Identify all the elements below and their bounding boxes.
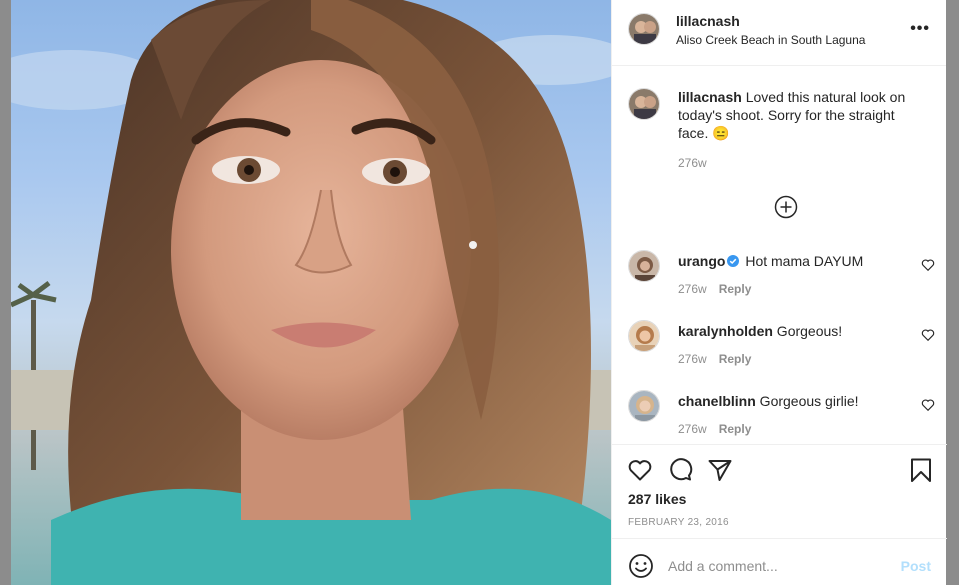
commenter-username[interactable]: urango [678, 253, 725, 269]
commenter-avatar[interactable] [628, 250, 660, 282]
commenter-avatar[interactable] [628, 320, 660, 352]
comment-timestamp[interactable]: 276w [678, 422, 707, 436]
commenter-avatar[interactable] [628, 390, 660, 422]
comment-icon[interactable] [667, 457, 693, 483]
author-username[interactable]: lillacnash [676, 13, 740, 29]
caption-username[interactable]: lillacnash [678, 89, 742, 105]
caption-timestamp[interactable]: 276w [678, 156, 707, 170]
comment-text: urango Hot mama DAYUM [678, 252, 908, 270]
comment-body: Hot mama DAYUM [741, 253, 864, 269]
post-location[interactable]: Aliso Creek Beach in South Laguna [676, 33, 865, 47]
comment-meta: 276w Reply [678, 352, 751, 366]
comments-list[interactable]: lillacnash Loved this natural look on to… [612, 66, 947, 444]
reply-button[interactable]: Reply [719, 352, 752, 366]
comment-body: Gorgeous! [772, 323, 843, 339]
portrait-photo [11, 0, 611, 585]
load-more-comments-icon[interactable] [774, 195, 798, 219]
author-avatar[interactable] [628, 13, 660, 45]
post-header: lillacnash Aliso Creek Beach in South La… [612, 0, 946, 66]
post-comment-button[interactable]: Post [901, 558, 931, 574]
comment-body: Gorgeous girlie! [755, 393, 859, 409]
post-actions: 287 likes FEBRUARY 23, 2016 [612, 444, 947, 538]
like-heart-icon[interactable] [627, 457, 653, 483]
share-paper-plane-icon[interactable] [707, 457, 733, 483]
comment-item: urango Hot mama DAYUM 276w Reply [612, 250, 947, 320]
caption-avatar[interactable] [628, 88, 660, 120]
like-comment-heart-icon[interactable] [921, 398, 935, 412]
likes-count[interactable]: 287 likes [628, 491, 686, 507]
commenter-username[interactable]: karalynholden [678, 323, 773, 339]
comment-timestamp[interactable]: 276w [678, 282, 707, 296]
add-comment-input[interactable] [668, 553, 878, 579]
add-comment-bar: Post [612, 538, 947, 585]
comment-item: karalynholden Gorgeous! 276w Reply [612, 320, 947, 390]
like-comment-heart-icon[interactable] [921, 328, 935, 342]
commenter-username[interactable]: chanelblinn [678, 393, 756, 409]
comment-meta: 276w Reply [678, 422, 751, 436]
reply-button[interactable]: Reply [719, 282, 752, 296]
comment-meta: 276w Reply [678, 282, 751, 296]
reply-button[interactable]: Reply [719, 422, 752, 436]
comment-item: chanelblinn Gorgeous girlie! 276w Reply [612, 390, 947, 444]
emoji-picker-icon[interactable] [628, 553, 654, 579]
like-comment-heart-icon[interactable] [921, 258, 935, 272]
caption-text: lillacnash Loved this natural look on to… [678, 88, 928, 142]
comment-text: chanelblinn Gorgeous girlie! [678, 392, 908, 410]
post-photo[interactable] [11, 0, 611, 585]
save-bookmark-icon[interactable] [908, 457, 934, 483]
more-options-icon[interactable]: ••• [910, 20, 930, 38]
comment-timestamp[interactable]: 276w [678, 352, 707, 366]
post-date[interactable]: FEBRUARY 23, 2016 [628, 517, 729, 528]
comment-text: karalynholden Gorgeous! [678, 322, 908, 340]
verified-badge-icon [727, 255, 740, 267]
post-sidebar: lillacnash Aliso Creek Beach in South La… [611, 0, 947, 585]
